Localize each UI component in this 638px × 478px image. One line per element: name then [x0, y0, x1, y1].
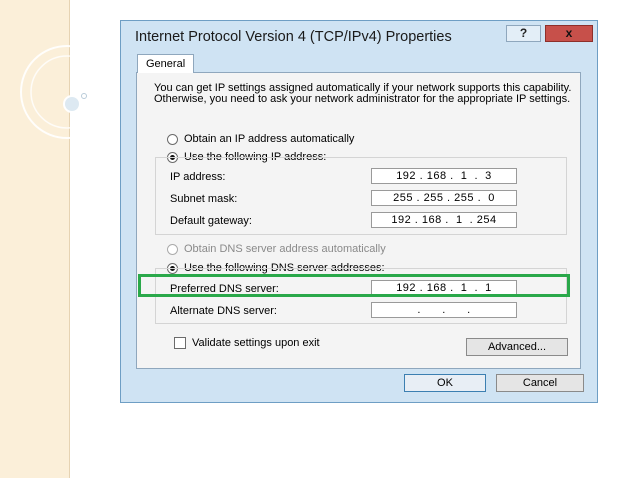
obtain-dns-auto-radio[interactable]: Obtain DNS server address automatically [167, 243, 386, 255]
validate-settings-checkbox[interactable]: Validate settings upon exit [174, 337, 320, 349]
validate-settings-label: Validate settings upon exit [192, 337, 320, 349]
obtain-ip-auto-radio[interactable]: Obtain an IP address automatically [167, 133, 354, 145]
alternate-dns-input[interactable]: . . . [371, 302, 517, 318]
radio-icon [167, 133, 178, 145]
obtain-ip-auto-label: Obtain an IP address automatically [184, 133, 355, 145]
help-button[interactable]: ? [506, 25, 541, 42]
alternate-dns-label: Alternate DNS server: [170, 305, 277, 317]
ip-address-label: IP address: [170, 171, 226, 183]
close-button[interactable]: x [545, 25, 593, 42]
obtain-dns-auto-label: Obtain DNS server address automatically [184, 243, 386, 255]
advanced-button[interactable]: Advanced... [466, 338, 568, 356]
intro-text: You can get IP settings assigned automat… [154, 82, 572, 105]
subnet-mask-input[interactable]: 255 . 255 . 255 . 0 [371, 190, 517, 206]
default-gateway-input[interactable]: 192 . 168 . 1 . 254 [371, 212, 517, 228]
preferred-dns-highlight-box [138, 274, 570, 297]
general-panel: You can get IP settings assigned automat… [136, 72, 581, 369]
tab-general[interactable]: General [137, 54, 194, 73]
subnet-mask-label: Subnet mask: [170, 193, 238, 205]
radio-icon [167, 243, 178, 255]
ok-button[interactable]: OK [404, 374, 486, 392]
ip-address-input[interactable]: 192 . 168 . 1 . 3 [371, 168, 517, 184]
dialog-title: Internet Protocol Version 4 (TCP/IPv4) P… [135, 29, 452, 45]
checkbox-icon [174, 337, 186, 349]
default-gateway-label: Default gateway: [170, 215, 252, 227]
cancel-button[interactable]: Cancel [496, 374, 584, 392]
slide-decoration-circles [20, 45, 114, 139]
tcp-ipv4-properties-dialog: Internet Protocol Version 4 (TCP/IPv4) P… [120, 20, 598, 403]
